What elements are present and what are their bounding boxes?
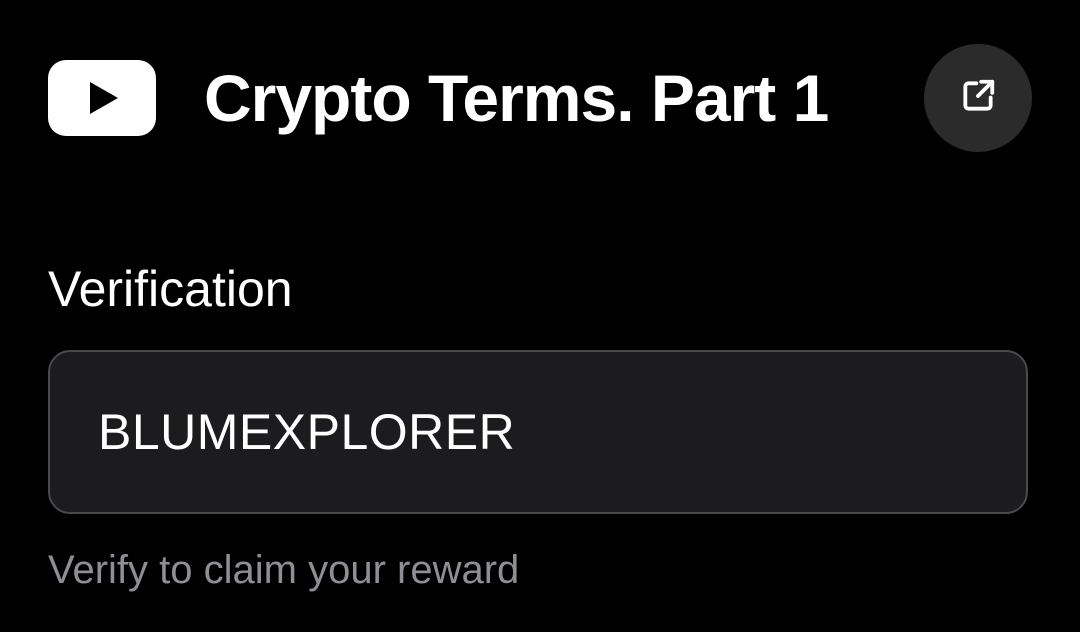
youtube-logo-icon bbox=[48, 60, 156, 136]
task-title: Crypto Terms. Part 1 bbox=[204, 61, 829, 135]
verification-code-input[interactable] bbox=[98, 403, 978, 461]
open-external-button[interactable] bbox=[924, 44, 1032, 152]
verification-helper-text: Verify to claim your reward bbox=[48, 548, 520, 592]
task-header: Crypto Terms. Part 1 bbox=[48, 44, 1032, 152]
external-link-icon bbox=[959, 77, 997, 120]
verification-label: Verification bbox=[48, 261, 293, 317]
verification-input-container[interactable] bbox=[48, 350, 1028, 514]
task-page: Crypto Terms. Part 1 Verification Verify… bbox=[0, 0, 1080, 632]
